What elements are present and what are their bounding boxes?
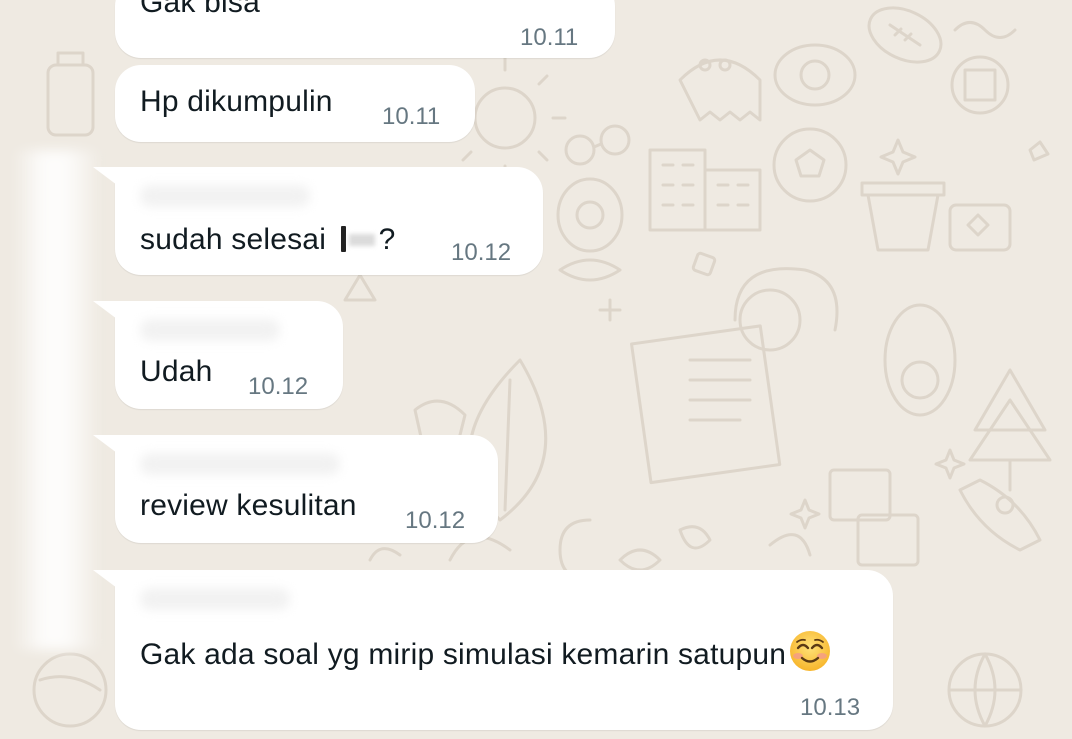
message-text-part: sudah selesai <box>140 223 335 256</box>
redacted-word <box>335 226 379 252</box>
message-text-part: Gak ada soal yg mirip simulasi kemarin s… <box>140 638 787 671</box>
message-bubble[interactable]: review kesulitan 10.12 <box>93 435 498 543</box>
sender-name-redacted <box>140 588 290 610</box>
message-timestamp: 10.11 <box>520 24 579 51</box>
sender-name-redacted <box>140 185 310 207</box>
blurred-edge <box>12 150 102 650</box>
message-timestamp: 10.12 <box>405 507 466 534</box>
message-bubble[interactable]: Gak ada soal yg mirip simulasi kemarin s… <box>93 570 893 730</box>
message-timestamp: 10.12 <box>451 239 512 266</box>
message-timestamp: 10.13 <box>800 694 861 721</box>
message-text-part: ? <box>378 223 396 256</box>
message-text: review kesulitan <box>140 489 357 522</box>
message-bubble[interactable]: sudah selesai ? 10.12 <box>93 167 543 275</box>
message-text: Gak ada soal yg mirip simulasi kemarin s… <box>140 629 832 673</box>
smiling-face-emoji <box>788 629 832 673</box>
sender-name-redacted <box>140 453 340 475</box>
message-text: Hp dikumpulin <box>140 85 333 118</box>
message-timestamp: 10.11 <box>382 103 441 130</box>
message-bubble[interactable]: Udah 10.12 <box>93 301 343 409</box>
message-text: sudah selesai ? <box>140 223 395 257</box>
message-timestamp: 10.12 <box>248 373 309 400</box>
message-text: Udah <box>140 355 213 388</box>
sender-name-redacted <box>140 319 280 341</box>
message-bubble[interactable]: Gak bisa 10.11 <box>115 0 615 58</box>
message-text: Gak bisa <box>140 0 260 19</box>
message-bubble[interactable]: Hp dikumpulin 10.11 <box>115 65 475 142</box>
